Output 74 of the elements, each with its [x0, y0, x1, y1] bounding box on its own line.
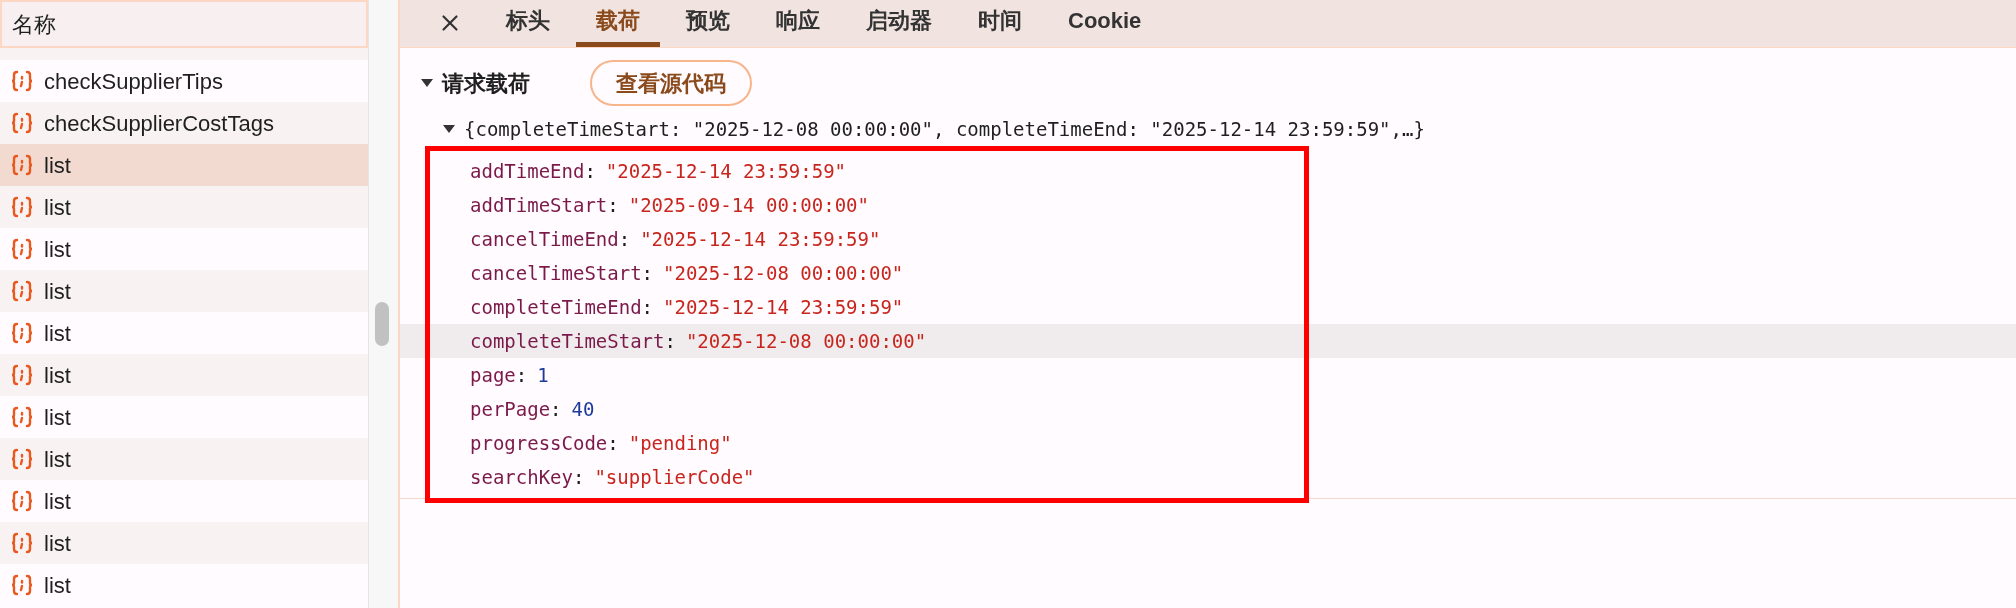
braces-icon — [10, 69, 34, 93]
tab[interactable]: 载荷 — [576, 0, 660, 47]
property-key: completeTimeEnd — [470, 292, 642, 322]
property-key: progressCode — [470, 428, 608, 458]
property-key: searchKey — [470, 462, 573, 492]
colon: : — [641, 294, 655, 320]
tab[interactable]: 启动器 — [846, 0, 952, 47]
colon: : — [550, 396, 563, 422]
request-row[interactable]: list — [0, 522, 368, 564]
section-title: 请求载荷 — [442, 69, 530, 98]
request-row[interactable]: list — [0, 270, 368, 312]
braces-icon — [10, 111, 34, 135]
payload-row[interactable]: progressCode: "pending" — [400, 426, 2016, 460]
property-key: perPage — [470, 394, 551, 424]
property-value: "2025-12-14 23:59:59" — [663, 294, 904, 320]
scrollbar-thumb[interactable] — [375, 302, 389, 346]
property-value: "2025-12-08 00:00:00" — [685, 328, 927, 354]
braces-icon — [10, 153, 34, 177]
payload-row[interactable]: searchKey: "supplierCode" — [400, 460, 2016, 494]
payload-row[interactable]: cancelTimeStart: "2025-12-08 00:00:00" — [400, 256, 2016, 290]
braces-icon — [10, 321, 34, 345]
colon: : — [584, 158, 597, 184]
column-header[interactable]: 名称 — [0, 0, 368, 48]
braces-icon — [10, 405, 34, 429]
property-key: cancelTimeEnd — [470, 224, 619, 254]
tab[interactable]: 响应 — [756, 0, 840, 47]
colon: : — [618, 226, 632, 252]
property-value: "2025-12-08 00:00:00" — [663, 260, 904, 286]
tab[interactable]: Cookie — [1048, 0, 1162, 47]
request-row[interactable]: list — [0, 144, 368, 186]
braces-icon — [10, 447, 34, 471]
property-value: 40 — [571, 396, 595, 422]
colon: : — [607, 192, 620, 218]
request-row[interactable]: list — [0, 186, 368, 228]
request-row[interactable]: list — [0, 438, 368, 480]
object-summary: {completeTimeStart: "2025-12-08 00:00:00", completeTimeEnd: "2025-12-14 23:59:59",…} — [464, 116, 1425, 142]
colon: : — [515, 362, 529, 388]
braces-icon — [10, 573, 34, 597]
property-value: "2025-12-14 23:59:59" — [605, 158, 847, 184]
property-value: "2025-09-14 00:00:00" — [628, 192, 869, 218]
colon: : — [664, 328, 677, 354]
tab[interactable]: 标头 — [486, 0, 570, 47]
view-source-button[interactable]: 查看源代码 — [590, 60, 752, 106]
braces-icon — [10, 195, 34, 219]
property-value: "pending" — [628, 430, 732, 456]
colon: : — [607, 430, 620, 456]
payload-row[interactable]: cancelTimeEnd: "2025-12-14 23:59:59" — [400, 222, 2016, 256]
property-key: cancelTimeStart — [470, 258, 642, 288]
property-value: 1 — [537, 362, 549, 388]
caret-icon[interactable] — [420, 78, 434, 88]
request-row[interactable]: checkSupplierCostTags — [0, 102, 368, 144]
property-key: addTimeStart — [470, 190, 608, 220]
property-value: "2025-12-14 23:59:59" — [640, 226, 881, 252]
payload-row[interactable]: perPage: 40 — [400, 392, 2016, 426]
property-key: completeTimeStart — [470, 326, 665, 356]
braces-icon — [10, 489, 34, 513]
payload-row[interactable]: completeTimeEnd: "2025-12-14 23:59:59" — [400, 290, 2016, 324]
property-value: "supplierCode" — [594, 464, 755, 490]
payload-row[interactable]: completeTimeStart: "2025-12-08 00:00:00" — [400, 324, 2016, 358]
payload-row[interactable]: page: 1 — [400, 358, 2016, 392]
colon: : — [572, 464, 586, 490]
braces-icon — [10, 279, 34, 303]
braces-icon — [10, 531, 34, 555]
braces-icon — [10, 363, 34, 387]
property-key: addTimeEnd — [470, 156, 585, 186]
property-key: page — [470, 360, 516, 390]
tab[interactable]: 预览 — [666, 0, 750, 47]
request-row[interactable]: list — [0, 354, 368, 396]
braces-icon — [10, 237, 34, 261]
caret-icon[interactable] — [442, 124, 456, 134]
payload-row[interactable]: addTimeEnd: "2025-12-14 23:59:59" — [400, 154, 2016, 188]
tab[interactable]: 时间 — [958, 0, 1042, 47]
payload-row[interactable]: addTimeStart: "2025-09-14 00:00:00" — [400, 188, 2016, 222]
colon: : — [641, 260, 655, 286]
